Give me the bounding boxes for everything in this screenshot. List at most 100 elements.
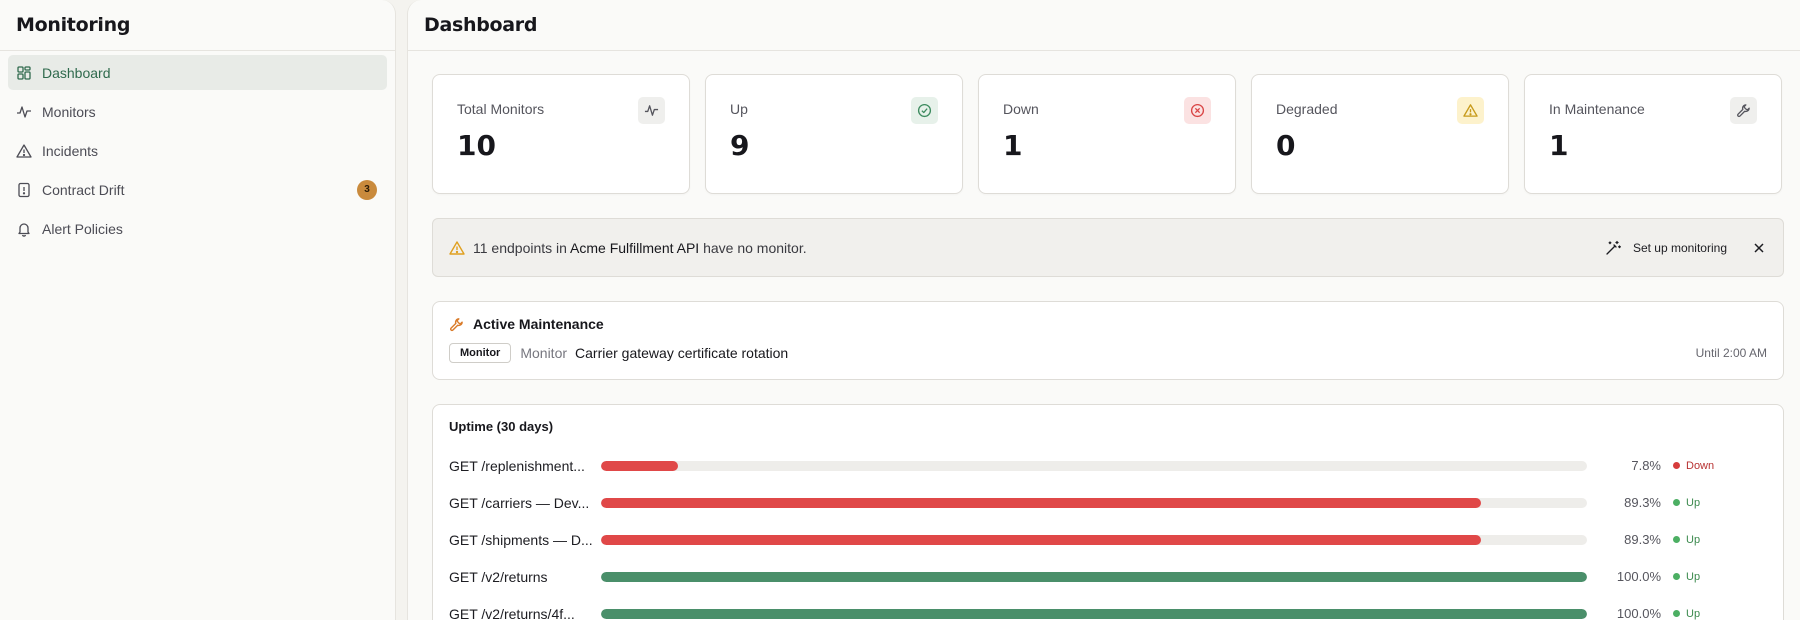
- sidebar-item-label: Contract Drift: [42, 181, 125, 198]
- setup-monitoring-button[interactable]: Set up monitoring: [1605, 240, 1727, 256]
- stat-card-degraded: Degraded 0: [1251, 74, 1509, 194]
- check-circle-icon: [911, 97, 938, 124]
- uptime-monitor-name: GET /v2/returns/4f...: [449, 605, 575, 620]
- sidebar-nav: Dashboard Monitors Incidents Contract Dr…: [0, 51, 395, 254]
- stat-card-value: 9: [730, 129, 750, 162]
- stat-card-total-monitors: Total Monitors 10: [432, 74, 690, 194]
- sidebar-item-dashboard[interactable]: Dashboard: [8, 55, 387, 90]
- uptime-bar-track: [601, 608, 1587, 619]
- activity-icon: [16, 104, 32, 120]
- maintenance-header: Active Maintenance: [449, 316, 1767, 332]
- unmonitored-endpoints-alert: 11 endpoints in Acme Fulfillment API hav…: [432, 218, 1784, 277]
- uptime-monitor-name: GET /replenishment...: [449, 457, 585, 474]
- uptime-status: Up: [1673, 534, 1700, 546]
- main-area: Dashboard Total Monitors 10 Up 9 Down 1: [407, 0, 1800, 620]
- sidebar-item-label: Dashboard: [42, 64, 111, 81]
- close-icon: [1754, 242, 1764, 253]
- file-alert-icon: [16, 182, 32, 198]
- uptime-status-label: Up: [1686, 533, 1701, 546]
- uptime-percent: 7.8%: [1631, 458, 1661, 473]
- bell-icon: [16, 221, 32, 237]
- setup-monitoring-label: Set up monitoring: [1632, 240, 1727, 255]
- sidebar: Monitoring Dashboard Monitors Incidents …: [0, 0, 396, 620]
- warning-triangle-icon: [1457, 97, 1484, 124]
- sidebar-item-monitors[interactable]: Monitors: [8, 94, 387, 129]
- warning-triangle-icon: [16, 143, 32, 159]
- uptime-row[interactable]: GET /carriers — Dev... 89.3% Up: [449, 484, 1767, 521]
- alert-api-name: Acme Fulfillment API: [570, 239, 700, 256]
- uptime-percent: 89.3%: [1624, 532, 1661, 547]
- magic-wand-icon: [1606, 240, 1621, 255]
- maintenance-item[interactable]: Monitor Monitor Carrier gateway certific…: [449, 343, 1767, 363]
- stat-card-down: Down 1: [978, 74, 1236, 194]
- status-dot: [1673, 573, 1680, 580]
- wrench-icon: [1730, 97, 1757, 124]
- alert-message: 11 endpoints in Acme Fulfillment API hav…: [473, 240, 1605, 256]
- app-brand: Monitoring: [16, 14, 131, 36]
- dashboard-content: Total Monitors 10 Up 9 Down 1 Degraded 0…: [432, 74, 1784, 620]
- uptime-status-label: Up: [1686, 607, 1701, 620]
- stat-card-label: Up: [730, 101, 748, 117]
- uptime-bar-track: [601, 571, 1587, 582]
- main-header: Dashboard: [408, 0, 1800, 51]
- uptime-status: Up: [1673, 571, 1700, 583]
- sidebar-item-label: Incidents: [42, 142, 99, 159]
- stat-cards: Total Monitors 10 Up 9 Down 1 Degraded 0…: [432, 74, 1784, 194]
- uptime-row[interactable]: GET /shipments — D... 89.3% Up: [449, 521, 1767, 558]
- stat-card-label: Total Monitors: [457, 101, 545, 117]
- active-maintenance-panel: Active Maintenance Monitor Monitor Carri…: [432, 301, 1784, 380]
- stat-card-up: Up 9: [705, 74, 963, 194]
- uptime-panel: Uptime (30 days) GET /replenishment... 7.…: [432, 404, 1784, 620]
- uptime-monitor-name: GET /v2/returns: [449, 568, 548, 585]
- stat-card-in-maintenance: In Maintenance 1: [1524, 74, 1782, 194]
- maintenance-kind: Monitor: [520, 345, 568, 361]
- dismiss-alert-button[interactable]: [1751, 240, 1767, 256]
- sidebar-item-label: Alert Policies: [42, 220, 123, 237]
- uptime-list: GET /replenishment... 7.8% Down GET /carrie…: [449, 447, 1767, 620]
- uptime-percent: 89.3%: [1624, 495, 1661, 510]
- sidebar-item-alert-policies[interactable]: Alert Policies: [8, 211, 387, 246]
- sidebar-item-incidents[interactable]: Incidents: [8, 133, 387, 168]
- uptime-row[interactable]: GET /v2/returns/4f... 100.0% Up: [449, 595, 1767, 620]
- uptime-status-label: Down: [1686, 459, 1715, 472]
- uptime-percent: 100.0%: [1616, 569, 1661, 584]
- status-dot: [1673, 536, 1680, 543]
- uptime-percent: 100.0%: [1616, 606, 1661, 620]
- uptime-bar-fill: [601, 534, 1482, 545]
- sidebar-item-label: Monitors: [42, 103, 96, 120]
- uptime-status: Up: [1673, 497, 1700, 509]
- uptime-bar-track: [601, 534, 1587, 545]
- maintenance-title: Active Maintenance: [473, 316, 604, 332]
- status-dot: [1673, 610, 1680, 617]
- stat-card-label: Down: [1003, 101, 1039, 117]
- uptime-status-label: Up: [1686, 496, 1701, 509]
- sidebar-item-contract-drift[interactable]: Contract Drift 3: [8, 172, 387, 207]
- uptime-monitor-name: GET /shipments — D...: [449, 531, 593, 548]
- activity-icon: [638, 97, 665, 124]
- uptime-bar-fill: [601, 460, 678, 471]
- status-dot: [1673, 499, 1680, 506]
- stat-card-value: 10: [457, 129, 496, 162]
- sidebar-header: Monitoring: [0, 0, 395, 51]
- uptime-monitor-name: GET /carriers — Dev...: [449, 494, 590, 511]
- stat-card-value: 1: [1549, 129, 1569, 162]
- status-dot: [1673, 462, 1680, 469]
- uptime-status: Up: [1673, 608, 1700, 620]
- uptime-bar-track: [601, 497, 1587, 508]
- uptime-bar-fill: [601, 608, 1587, 619]
- dashboard-grid-icon: [16, 65, 32, 81]
- stat-card-label: In Maintenance: [1549, 101, 1645, 117]
- uptime-bar-fill: [601, 571, 1587, 582]
- stat-card-value: 1: [1003, 129, 1023, 162]
- uptime-bar-fill: [601, 497, 1482, 508]
- x-circle-icon: [1184, 97, 1211, 124]
- contract-drift-count-badge: 3: [357, 179, 377, 200]
- uptime-status-label: Up: [1686, 570, 1701, 583]
- stat-card-value: 0: [1276, 129, 1296, 162]
- stat-card-label: Degraded: [1276, 101, 1338, 117]
- maintenance-scope-tag: Monitor: [449, 343, 512, 363]
- uptime-row[interactable]: GET /replenishment... 7.8% Down: [449, 447, 1767, 484]
- uptime-row[interactable]: GET /v2/returns 100.0% Up: [449, 558, 1767, 595]
- maintenance-name: Carrier gateway certificate rotation: [575, 345, 789, 361]
- uptime-bar-track: [601, 460, 1587, 471]
